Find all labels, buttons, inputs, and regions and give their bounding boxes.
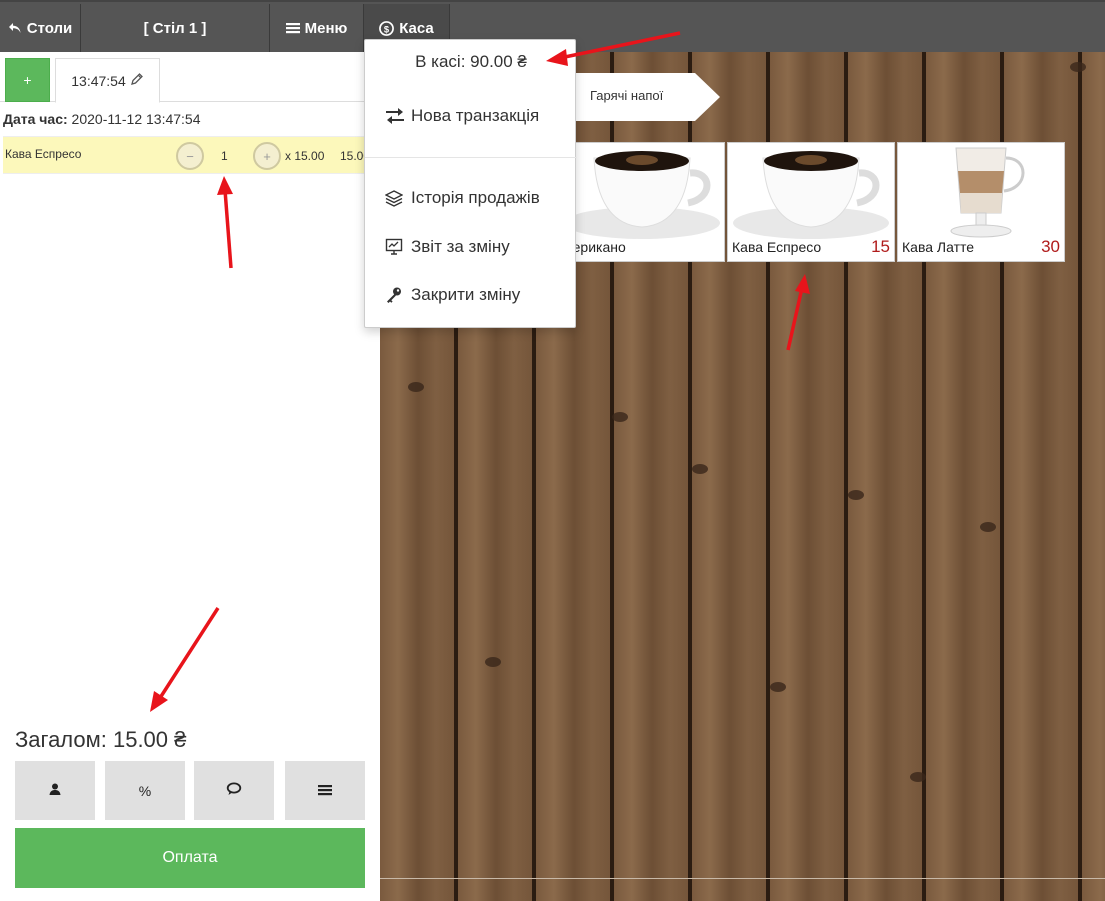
close-shift-label: Закрити зміну <box>411 285 521 304</box>
add-order-label: + <box>23 72 32 88</box>
product-tile-americano[interactable]: мерикано <box>558 142 725 262</box>
cash-balance: В касі: 90.00 ₴ <box>415 52 527 71</box>
kasa-dropdown-menu: В касі: 90.00 ₴ Нова транзакція Історія … <box>364 39 577 328</box>
shift-report-item[interactable]: Звіт за зміну <box>385 237 510 257</box>
user-icon <box>48 782 62 799</box>
wood-knot <box>692 464 708 474</box>
order-total: Загалом: 15.00 ₴ <box>15 727 187 752</box>
current-table-button[interactable]: [ Стіл 1 ] <box>81 4 270 52</box>
pencil-icon[interactable] <box>130 72 144 89</box>
discount-button[interactable]: % <box>105 761 185 820</box>
new-transaction-label: Нова транзакція <box>411 106 540 125</box>
datetime-value: 2020-11-12 13:47:54 <box>71 111 201 127</box>
product-price: 15 <box>871 237 890 256</box>
menu-label: Меню <box>304 19 348 37</box>
order-tab-active[interactable]: 13:47:54 <box>55 58 160 103</box>
pay-label: Оплата <box>162 849 218 866</box>
order-tab-time: 13:47:54 <box>71 72 126 89</box>
list-icon <box>318 783 332 799</box>
customer-button[interactable] <box>15 761 95 820</box>
wood-knot <box>980 522 996 532</box>
pay-button[interactable]: Оплата <box>15 828 365 888</box>
presentation-chart-icon <box>385 238 407 256</box>
plus-icon: + <box>263 148 271 164</box>
svg-text:$: $ <box>384 24 390 34</box>
sales-history-item[interactable]: Історія продажів <box>385 188 540 208</box>
divider-line <box>380 878 1105 879</box>
sales-history-label: Історія продажів <box>411 188 540 207</box>
percent-icon: % <box>138 782 152 799</box>
exchange-icon <box>385 107 407 125</box>
wood-knot <box>848 490 864 500</box>
wood-knot <box>485 657 501 667</box>
wood-knot <box>408 382 424 392</box>
order-item-name: Кава Еспресо <box>5 147 82 161</box>
wood-knot <box>612 412 628 422</box>
kasa-label: Каса <box>399 19 434 37</box>
product-price: 30 <box>1041 237 1060 256</box>
datetime-label: Дата час: <box>3 111 68 127</box>
product-name: Кава Латте <box>902 239 975 255</box>
order-item-price: x 15.00 <box>285 149 325 163</box>
increase-qty-button[interactable]: + <box>253 142 281 170</box>
menu-divider <box>365 157 577 158</box>
undo-arrow-icon <box>8 21 22 35</box>
category-label: Гарячі напої <box>590 88 664 103</box>
more-options-button[interactable] <box>285 761 365 820</box>
layers-icon <box>385 189 407 207</box>
coffee-cup-image <box>563 151 720 239</box>
tables-back-label: Столи <box>26 19 73 37</box>
current-table-label: [ Стіл 1 ] <box>143 19 207 37</box>
order-datetime: Дата час: 2020-11-12 13:47:54 <box>3 111 201 127</box>
shift-report-label: Звіт за зміну <box>411 237 510 256</box>
product-tile-espresso[interactable]: Кава Еспресо 15 <box>727 142 895 262</box>
minus-icon: − <box>186 148 194 164</box>
latte-glass-image <box>950 147 1025 238</box>
close-shift-item[interactable]: Закрити зміну <box>385 285 520 305</box>
wood-knot <box>1070 62 1086 72</box>
speech-bubble-icon <box>226 782 242 799</box>
comment-button[interactable] <box>194 761 274 820</box>
wood-knot <box>910 772 926 782</box>
menu-button[interactable]: Меню <box>270 4 364 52</box>
decrease-qty-button[interactable]: − <box>176 142 204 170</box>
hamburger-icon <box>285 22 300 34</box>
product-name: Кава Еспресо <box>732 239 822 255</box>
dollar-circle-icon: $ <box>379 20 395 36</box>
coffee-cup-image <box>733 151 889 239</box>
tables-back-button[interactable]: Столи <box>0 4 81 52</box>
order-line-item[interactable]: Кава Еспресо − 1 + x 15.00 15.00 <box>3 136 380 174</box>
new-transaction-item[interactable]: Нова транзакція <box>385 106 539 126</box>
wood-knot <box>770 682 786 692</box>
order-panel: + 13:47:54 Дата час: 2020-11-12 13:47:54… <box>0 52 380 901</box>
product-tile-latte[interactable]: Кава Латте 30 <box>897 142 1065 262</box>
order-tabs: + 13:47:54 <box>0 52 380 103</box>
add-order-tab-button[interactable]: + <box>5 58 50 102</box>
order-item-qty: 1 <box>221 149 228 163</box>
key-icon <box>385 286 407 304</box>
